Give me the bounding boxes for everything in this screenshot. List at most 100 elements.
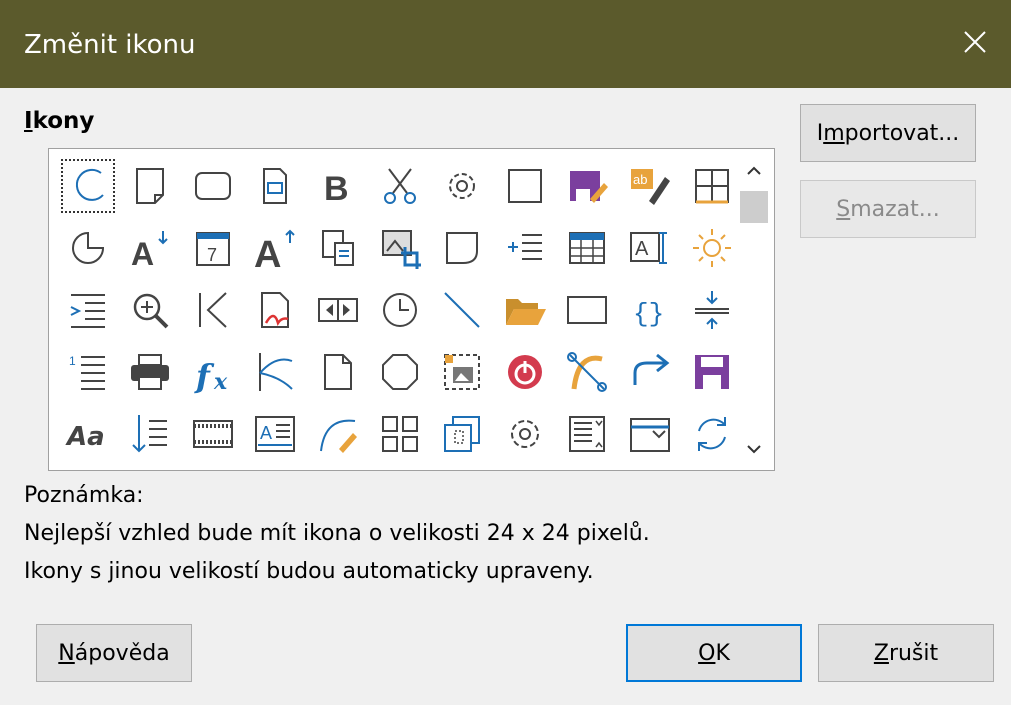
icon-cell[interactable] (558, 219, 616, 277)
pie-chart-icon (72, 231, 105, 264)
icon-cell[interactable] (121, 281, 179, 339)
vertical-scrollbar[interactable] (734, 149, 774, 470)
icon-cell[interactable] (433, 219, 491, 277)
curve-edit-icon (319, 419, 357, 453)
scrollbar-thumb[interactable] (740, 191, 768, 223)
icon-cell[interactable] (59, 219, 117, 277)
icon-cell[interactable] (683, 281, 741, 339)
icon-cell[interactable] (683, 405, 741, 463)
indent-icon (70, 294, 105, 328)
redo-icon (633, 353, 669, 385)
icons-label: Ikony (24, 108, 95, 134)
icon-cell[interactable] (59, 157, 117, 215)
save-as-icon (570, 171, 609, 203)
icon-cell[interactable] (371, 405, 429, 463)
icon-cell[interactable] (496, 157, 554, 215)
sun-icon (693, 229, 731, 267)
calendar-icon: 7 (195, 232, 230, 266)
save-icon (695, 355, 729, 389)
icon-cell[interactable] (496, 219, 554, 277)
icon-cell[interactable] (371, 219, 429, 277)
close-icon[interactable] (955, 22, 995, 62)
svg-text:A: A (635, 238, 649, 260)
icon-cell[interactable] (309, 219, 367, 277)
icon-cell[interactable] (433, 343, 491, 401)
icon-cell[interactable]: 7 (184, 219, 242, 277)
icon-cell[interactable] (496, 343, 554, 401)
icon-cell[interactable]: A (246, 219, 304, 277)
icon-grid[interactable]: Bab A 7 A A {} 1 f x Aa A (48, 148, 775, 471)
title-bar: Změnit ikonu (0, 0, 1011, 88)
icon-cell[interactable]: ab (621, 157, 679, 215)
icon-cell[interactable]: A (246, 405, 304, 463)
svg-text:A: A (260, 423, 272, 443)
scissors-icon (384, 168, 416, 204)
import-button[interactable]: Im portovat... (800, 104, 976, 162)
icon-cell[interactable] (558, 281, 616, 339)
icon-cell[interactable] (184, 281, 242, 339)
icon-cell[interactable] (246, 157, 304, 215)
table-icon (569, 232, 606, 264)
icon-cell[interactable]: A (121, 219, 179, 277)
bezier-icon (567, 352, 608, 392)
svg-text:7: 7 (207, 245, 217, 265)
icon-cell[interactable] (309, 281, 367, 339)
dropdown-icon (629, 418, 670, 452)
font-style-icon: Aa (65, 422, 105, 452)
icon-cell[interactable] (433, 281, 491, 339)
scroll-up-icon[interactable] (744, 161, 764, 181)
icon-cell[interactable] (371, 343, 429, 401)
ok-button[interactable]: OK (626, 624, 802, 682)
icon-cell[interactable] (433, 405, 491, 463)
octagon-icon (382, 354, 418, 390)
film-frame-icon (192, 420, 233, 448)
icon-cell[interactable] (558, 343, 616, 401)
delete-button[interactable]: Smazat... (800, 180, 976, 238)
zoom-in-icon (134, 293, 169, 329)
icon-cell[interactable]: A (621, 219, 679, 277)
icon-cell[interactable] (496, 405, 554, 463)
icon-cell[interactable] (683, 219, 741, 277)
scroll-down-icon[interactable] (744, 439, 764, 459)
icon-cell[interactable] (558, 157, 616, 215)
printer-icon (131, 354, 170, 390)
icon-cell[interactable] (558, 405, 616, 463)
clock-icon (383, 293, 417, 327)
svg-text:f: f (194, 357, 215, 395)
icon-cell[interactable] (683, 157, 741, 215)
icon-cell[interactable] (683, 343, 741, 401)
icon-cell[interactable] (246, 281, 304, 339)
text-field-icon: A (629, 232, 667, 264)
icon-cell[interactable] (121, 157, 179, 215)
icon-cell[interactable]: {} (621, 281, 679, 339)
cancel-button[interactable]: Zrušit (818, 624, 994, 682)
icon-cell[interactable]: Aa (59, 405, 117, 463)
icon-cell[interactable] (621, 405, 679, 463)
icon-cell[interactable]: 1 (59, 343, 117, 401)
icon-cell[interactable] (309, 343, 367, 401)
svg-text:ab: ab (633, 172, 647, 187)
icon-cell[interactable] (433, 157, 491, 215)
note-line-1: Nejlepší vzhled bude mít ikona o velikos… (24, 521, 650, 546)
square-icon (507, 169, 542, 203)
icon-cell[interactable] (184, 157, 242, 215)
help-button[interactable]: Nápověda (36, 624, 192, 682)
icon-cell[interactable] (496, 281, 554, 339)
svg-text:A: A (131, 236, 154, 271)
icon-cell[interactable] (184, 405, 242, 463)
numbered-list-icon: 1 (69, 354, 105, 390)
icon-cell[interactable] (371, 157, 429, 215)
power-icon (507, 355, 542, 389)
icon-cell[interactable] (121, 405, 179, 463)
icon-cell[interactable]: B (309, 157, 367, 215)
icon-cell[interactable] (246, 343, 304, 401)
icon-cell[interactable] (371, 281, 429, 339)
icon-cell[interactable]: fx (184, 343, 242, 401)
icon-cell[interactable] (621, 343, 679, 401)
icon-cell[interactable] (59, 281, 117, 339)
media-controls-icon (317, 298, 358, 322)
icon-cell[interactable] (121, 343, 179, 401)
svg-text:x: x (213, 369, 228, 395)
freeform-curve-icon (259, 353, 293, 391)
icon-cell[interactable] (309, 405, 367, 463)
